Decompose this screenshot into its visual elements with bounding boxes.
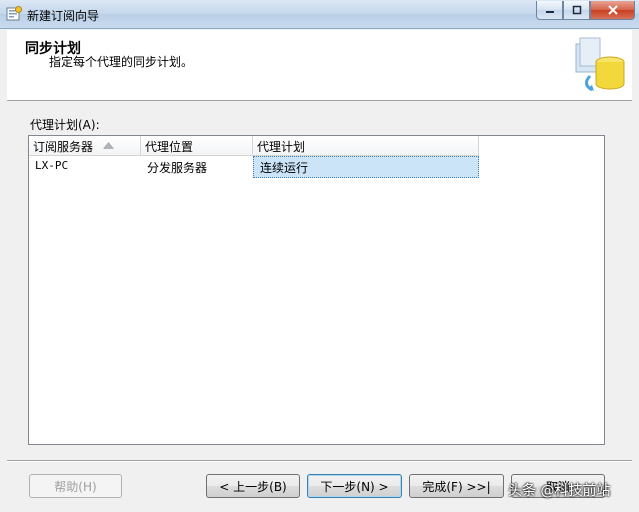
column-header-subscriber[interactable]: 订阅服务器: [29, 136, 141, 155]
help-button[interactable]: 帮助(H): [29, 474, 122, 498]
minimize-button[interactable]: [536, 1, 563, 20]
column-header-location[interactable]: 代理位置: [141, 136, 253, 155]
table-row[interactable]: LX-PC 分发服务器 连续运行: [29, 156, 479, 178]
cell-subscriber: LX-PC: [35, 159, 69, 172]
finish-button[interactable]: 完成(F) >>|: [409, 474, 504, 498]
minimize-icon: [545, 11, 554, 13]
list-header: 订阅服务器 代理位置 代理计划: [29, 136, 479, 156]
window-controls: [536, 1, 635, 20]
window-title: 新建订阅向导: [27, 9, 100, 23]
column-header-label: 代理位置: [145, 140, 194, 154]
watermark-text: 头条 @科技前站: [508, 483, 611, 499]
wizard-window: 新建订阅向导 同步计划 指定每个代理的同步计划。 代理计划(A): 订阅服务器 …: [0, 0, 639, 512]
maximize-icon: [572, 5, 581, 15]
cell-schedule[interactable]: 连续运行: [253, 156, 479, 178]
agent-schedule-label: 代理计划(A):: [30, 118, 100, 132]
agent-schedule-list[interactable]: 订阅服务器 代理位置 代理计划 LX-PC 分发服务器 连续运行: [28, 135, 605, 445]
wizard-app-icon: [6, 6, 22, 21]
wizard-header: 同步计划 指定每个代理的同步计划。: [7, 30, 632, 101]
next-button[interactable]: 下一步(N) >: [307, 474, 402, 498]
column-header-label: 代理计划: [257, 140, 306, 154]
close-icon: [607, 5, 618, 15]
cell-location: 分发服务器: [147, 161, 208, 175]
footer-separator: [7, 460, 632, 462]
page-subtitle: 指定每个代理的同步计划。: [49, 55, 194, 69]
maximize-button[interactable]: [563, 1, 590, 20]
sort-ascending-icon: [103, 142, 114, 149]
close-button[interactable]: [590, 1, 635, 20]
column-header-schedule[interactable]: 代理计划: [253, 136, 479, 155]
database-sync-icon: [575, 37, 625, 92]
back-button[interactable]: < 上一步(B): [206, 474, 300, 498]
column-header-label: 订阅服务器: [33, 140, 94, 154]
title-bar[interactable]: 新建订阅向导: [0, 0, 639, 29]
